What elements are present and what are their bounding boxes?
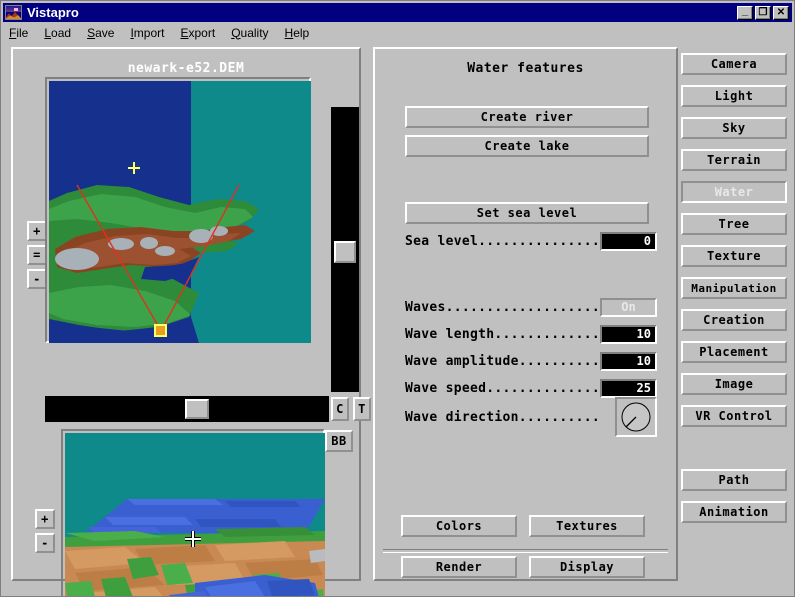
preview-3d-view[interactable] — [61, 429, 325, 596]
window-controls: _ ❐ ✕ — [737, 4, 789, 20]
sea-level-field[interactable]: 0 — [600, 231, 657, 251]
textures-button[interactable]: Textures — [529, 515, 645, 537]
wave-amplitude-label: Wave amplitude.......... — [405, 353, 601, 369]
title-bar: Vistapro _ ❐ ✕ — [3, 3, 792, 22]
map-vertical-slider-thumb[interactable] — [334, 241, 356, 263]
waves-toggle[interactable]: On — [600, 297, 657, 317]
wave-direction-label: Wave direction.......... — [405, 409, 601, 425]
dem-file-title: newark-e52.DEM — [127, 61, 245, 76]
preview-3d-svg — [65, 433, 325, 596]
wave-amplitude-row: Wave amplitude.......... 10 — [405, 351, 657, 371]
panel-title: Water features — [467, 61, 584, 76]
sidebar-item-manipulation[interactable]: Manipulation — [681, 277, 787, 299]
set-sea-level-button[interactable]: Set sea level — [405, 202, 649, 224]
sidebar-item-light[interactable]: Light — [681, 85, 787, 107]
close-icon: ✕ — [776, 6, 786, 18]
menu-item-load[interactable]: Load — [44, 26, 71, 40]
vistapro-window: Vistapro _ ❐ ✕ File Load Save Import Exp… — [0, 0, 795, 597]
colors-button[interactable]: Colors — [401, 515, 517, 537]
wave-length-field[interactable]: 10 — [600, 324, 657, 344]
sidebar-item-image[interactable]: Image — [681, 373, 787, 395]
maximize-icon: ❐ — [758, 6, 768, 18]
terrain-map-view[interactable] — [45, 77, 311, 343]
preview-zoom-controls: + - — [35, 509, 55, 557]
display-button[interactable]: Display — [529, 556, 645, 578]
target-mode-button[interactable]: T — [353, 397, 371, 421]
sidebar-item-sky[interactable]: Sky — [681, 117, 787, 139]
panel-divider — [383, 549, 668, 553]
map-zoom-in-button[interactable]: + — [27, 221, 47, 241]
sidebar-item-water[interactable]: Water — [681, 181, 787, 203]
sidebar-item-tree[interactable]: Tree — [681, 213, 787, 235]
sidebar-item-creation[interactable]: Creation — [681, 309, 787, 331]
menu-bar: File Load Save Import Export Quality Hel… — [3, 23, 792, 42]
terrain-map-canvas[interactable] — [49, 81, 311, 343]
wave-speed-label: Wave speed.............. — [405, 380, 601, 396]
wave-length-row: Wave length............. 10 — [405, 324, 657, 344]
minimize-icon: _ — [741, 4, 749, 17]
menu-item-file[interactable]: File — [9, 26, 28, 40]
wave-length-label: Wave length............. — [405, 326, 601, 342]
sea-level-row: Sea level............... 0 — [405, 231, 657, 251]
dial-icon — [621, 402, 651, 432]
camera-mode-button[interactable]: C — [331, 397, 349, 421]
sea-level-label: Sea level............... — [405, 233, 601, 249]
sidebar-item-path[interactable]: Path — [681, 469, 787, 491]
preview-3d-canvas[interactable] — [65, 433, 325, 596]
menu-item-help[interactable]: Help — [285, 26, 310, 40]
mode-sidebar: Camera Light Sky Terrain Water Tree Text… — [681, 53, 787, 533]
sidebar-item-placement[interactable]: Placement — [681, 341, 787, 363]
window-title: Vistapro — [27, 5, 79, 20]
waves-row: Waves................... On — [405, 297, 657, 317]
minimize-button[interactable]: _ — [737, 4, 753, 20]
wave-speed-row: Wave speed.............. 25 — [405, 378, 657, 398]
map-zoom-controls: + = - — [27, 221, 47, 293]
sidebar-item-camera[interactable]: Camera — [681, 53, 787, 75]
create-lake-button[interactable]: Create lake — [405, 135, 649, 157]
map-zoom-reset-button[interactable]: = — [27, 245, 47, 265]
create-river-button[interactable]: Create river — [405, 106, 649, 128]
sidebar-item-vr-control[interactable]: VR Control — [681, 405, 787, 427]
map-horizontal-slider-thumb[interactable] — [185, 399, 209, 419]
waves-label: Waves................... — [405, 299, 601, 315]
menu-item-quality[interactable]: Quality — [231, 26, 268, 40]
menu-item-save[interactable]: Save — [87, 26, 114, 40]
map-vertical-slider[interactable] — [331, 107, 359, 392]
map-zoom-out-button[interactable]: - — [27, 269, 47, 289]
render-button[interactable]: Render — [401, 556, 517, 578]
preview-zoom-out-button[interactable]: - — [35, 533, 55, 553]
maximize-button[interactable]: ❐ — [755, 5, 771, 20]
wave-amplitude-field[interactable]: 10 — [600, 351, 657, 371]
sidebar-item-animation[interactable]: Animation — [681, 501, 787, 523]
wave-speed-field[interactable]: 25 — [600, 378, 657, 398]
terrain-map-svg — [49, 81, 311, 343]
menu-item-export[interactable]: Export — [180, 26, 215, 40]
map-panel: newark-e52.DEM + = - C T BB + - — [11, 47, 371, 596]
menu-item-import[interactable]: Import — [130, 26, 164, 40]
sidebar-item-texture[interactable]: Texture — [681, 245, 787, 267]
wave-direction-row: Wave direction.......... — [405, 397, 657, 437]
map-horizontal-slider[interactable] — [45, 396, 329, 422]
bounding-box-button[interactable]: BB — [325, 430, 353, 452]
sidebar-item-terrain[interactable]: Terrain — [681, 149, 787, 171]
close-button[interactable]: ✕ — [773, 5, 789, 20]
wave-direction-dial[interactable] — [615, 397, 657, 437]
water-features-panel: Water features Create river Create lake … — [373, 47, 678, 581]
mountain-landscape-icon — [5, 5, 22, 20]
preview-zoom-in-button[interactable]: + — [35, 509, 55, 529]
